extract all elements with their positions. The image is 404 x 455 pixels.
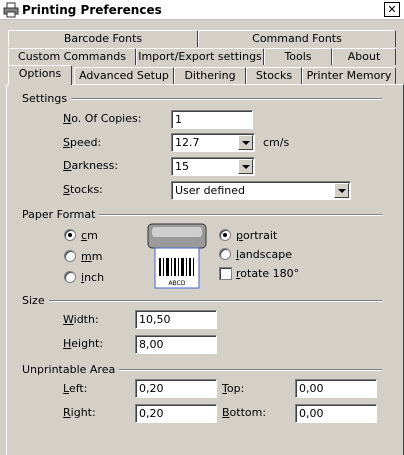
unit-inch-label: inch — [81, 271, 105, 284]
darkness-combo[interactable]: 15 — [171, 157, 255, 176]
bottom-label: Bottom: — [222, 406, 267, 419]
stocks-value: User defined — [175, 184, 245, 197]
rotate-180-checkbox[interactable] — [219, 267, 232, 280]
paper-format-group-label: Paper Format — [22, 208, 100, 221]
speed-value: 12.7 — [175, 136, 200, 149]
darkness-label: Darkness: — [63, 159, 119, 172]
size-group-label: Size — [22, 294, 49, 307]
options-content: Settings No. Of Copies: 1 Speed: 12.7 cm… — [0, 0, 404, 455]
unprintable-group-label: Unprintable Area — [22, 363, 120, 376]
speed-label: Speed: — [63, 136, 102, 149]
unit-inch-radio[interactable] — [64, 271, 76, 283]
settings-group-label: Settings — [22, 92, 72, 105]
orientation-portrait-label: portrait — [236, 229, 278, 242]
right-input[interactable]: 0,20 — [135, 404, 217, 423]
darkness-dropdown-button[interactable] — [238, 159, 253, 174]
left-label: Left: — [63, 382, 88, 395]
settings-group-line — [64, 98, 382, 100]
copies-label: No. Of Copies: — [63, 112, 142, 125]
unprintable-group-line — [106, 369, 382, 371]
height-input[interactable]: 8,00 — [135, 335, 217, 354]
orientation-landscape-label: landscape — [236, 248, 293, 261]
width-input[interactable]: 10,50 — [135, 310, 217, 329]
orientation-landscape-radio[interactable] — [219, 248, 231, 260]
copies-input[interactable]: 1 — [171, 110, 253, 129]
orientation-portrait-radio[interactable] — [219, 229, 231, 241]
label-printer-illustration: ABCD — [147, 223, 207, 289]
paper-format-group-line — [90, 214, 382, 216]
top-input[interactable]: 0,00 — [295, 379, 377, 398]
speed-dropdown-button[interactable] — [238, 135, 253, 150]
top-label: Top: — [222, 382, 245, 395]
unit-mm-radio[interactable] — [64, 250, 76, 262]
unit-cm-label: cm — [81, 229, 98, 242]
unit-mm-label: mm — [81, 250, 103, 263]
stocks-dropdown-button[interactable] — [334, 183, 349, 198]
speed-unit: cm/s — [263, 136, 290, 149]
stocks-label: Stocks: — [63, 183, 103, 196]
left-input[interactable]: 0,20 — [135, 379, 217, 398]
height-label: Height: — [63, 337, 104, 350]
width-label: Width: — [63, 313, 99, 326]
bottom-input[interactable]: 0,00 — [295, 404, 377, 423]
unit-cm-radio[interactable] — [64, 229, 76, 241]
size-group-line — [46, 300, 382, 302]
stocks-combo[interactable]: User defined — [171, 181, 351, 200]
rotate-180-label: rotate 180° — [236, 267, 300, 280]
darkness-value: 15 — [175, 160, 189, 173]
label-sample-text: ABCD — [169, 280, 186, 287]
right-label: Right: — [63, 406, 96, 419]
speed-combo[interactable]: 12.7 — [171, 133, 255, 152]
